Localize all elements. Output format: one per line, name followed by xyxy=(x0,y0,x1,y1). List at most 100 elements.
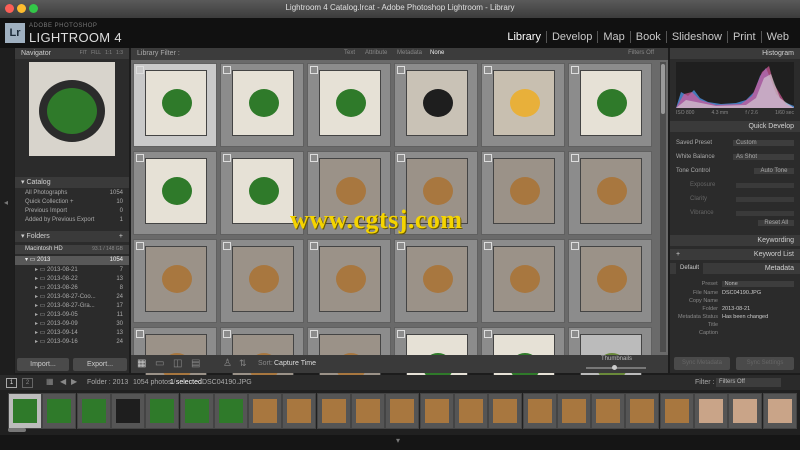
quick-develop-header[interactable]: Quick Develop xyxy=(670,121,800,132)
vibrance-buttons[interactable] xyxy=(736,210,794,216)
slider-knob[interactable] xyxy=(612,365,617,370)
module-slideshow[interactable]: Slideshow xyxy=(667,31,728,43)
metadata-field[interactable]: Folder 2013-08-21 xyxy=(676,305,794,313)
folders-header[interactable]: ▾ Folders + xyxy=(15,231,129,242)
sync-metadata-button[interactable]: Sync Metadata xyxy=(674,357,730,370)
thumbnail-cell[interactable] xyxy=(307,239,391,323)
thumbnail-cell[interactable] xyxy=(133,63,217,147)
filmstrip-thumbnail[interactable] xyxy=(556,393,591,429)
collapse-left-icon[interactable]: ◂ xyxy=(4,198,8,207)
loupe-view-icon[interactable]: ▭ xyxy=(155,358,164,369)
thumbnail-cell[interactable] xyxy=(307,63,391,147)
filmstrip-thumbnail[interactable] xyxy=(213,393,248,429)
flag-icon[interactable] xyxy=(136,330,144,338)
flag-icon[interactable] xyxy=(397,330,405,338)
filmstrip-scrollbar[interactable] xyxy=(8,428,26,432)
flag-icon[interactable] xyxy=(571,330,579,338)
module-map[interactable]: Map xyxy=(598,31,631,43)
filmstrip-thumbnail[interactable] xyxy=(8,393,42,429)
thumbnail-cell[interactable] xyxy=(394,239,478,323)
plus-icon[interactable]: + xyxy=(119,231,123,242)
filmstrip-thumbnail[interactable] xyxy=(179,393,214,429)
source-label[interactable]: Folder : 2013 xyxy=(87,379,128,386)
filter-attribute[interactable]: Attribute xyxy=(365,50,387,56)
sync-settings-button[interactable]: Sync Settings xyxy=(736,357,794,370)
grid-scrollbar[interactable] xyxy=(660,62,666,352)
keyword-list-header[interactable]: + Keyword List xyxy=(670,249,800,260)
painter-icon[interactable]: ♙ xyxy=(223,358,232,369)
sort-value[interactable]: Capture Time xyxy=(274,360,316,367)
saved-preset-select[interactable]: Custom xyxy=(733,140,794,146)
thumbnail-cell[interactable] xyxy=(568,239,652,323)
module-web[interactable]: Web xyxy=(762,31,794,43)
thumbnail-cell[interactable] xyxy=(220,239,304,323)
thumbnail-cell[interactable] xyxy=(481,63,565,147)
filmstrip-thumbnail[interactable] xyxy=(316,393,351,429)
navigator-header[interactable]: Navigator FIT FILL 1:1 1:3 xyxy=(15,48,129,59)
folder-item[interactable]: ▸ ▭ 2013-08-21 7 xyxy=(15,266,129,275)
compare-view-icon[interactable]: ◫ xyxy=(173,358,182,369)
thumbnail-cell[interactable] xyxy=(481,239,565,323)
filmstrip-thumbnail[interactable] xyxy=(453,393,488,429)
metadata-field[interactable]: File Name DSC04190.JPG xyxy=(676,289,794,297)
import-button[interactable]: Import... xyxy=(17,358,69,371)
flag-icon[interactable] xyxy=(223,66,231,74)
thumbnail-cell[interactable] xyxy=(220,63,304,147)
keywording-header[interactable]: Keywording xyxy=(670,235,800,246)
filter-none[interactable]: None xyxy=(430,50,444,56)
filmstrip-thumbnail[interactable] xyxy=(762,393,797,429)
folder-item[interactable]: ▸ ▭ 2013-09-09 30 xyxy=(15,320,129,329)
zoom-1-1[interactable]: 1:1 xyxy=(105,48,112,59)
flag-icon[interactable] xyxy=(310,154,318,162)
zoom-fill[interactable]: FILL xyxy=(91,48,101,59)
filmstrip-thumbnail[interactable] xyxy=(419,393,454,429)
filmstrip-thumbnail[interactable] xyxy=(488,393,523,429)
flag-icon[interactable] xyxy=(484,242,492,250)
flag-icon[interactable] xyxy=(136,154,144,162)
filter-preset[interactable]: Filters Off xyxy=(628,50,654,56)
filmstrip-thumbnail[interactable] xyxy=(42,393,77,429)
module-develop[interactable]: Develop xyxy=(547,31,599,43)
metadata-header[interactable]: Default Metadata xyxy=(670,263,800,274)
filmstrip-thumbnail[interactable] xyxy=(694,393,728,429)
filmstrip-thumbnail[interactable] xyxy=(351,393,385,429)
metadata-field[interactable]: Title xyxy=(676,321,794,329)
navigator-preview[interactable] xyxy=(29,62,115,156)
metadata-preset-select[interactable]: None xyxy=(721,280,794,287)
grid-icon[interactable]: ▦ xyxy=(46,377,54,386)
folder-item[interactable]: ▸ ▭ 2013-08-27-Coo... 24 xyxy=(15,293,129,302)
folder-item[interactable]: ▸ ▭ 2013-08-22 13 xyxy=(15,275,129,284)
filmstrip-thumbnail[interactable] xyxy=(282,393,317,429)
flag-icon[interactable] xyxy=(484,330,492,338)
flag-icon[interactable] xyxy=(484,154,492,162)
exposure-buttons[interactable] xyxy=(736,182,794,188)
flag-icon[interactable] xyxy=(397,242,405,250)
zoom-1-3[interactable]: 1:3 xyxy=(116,48,123,59)
thumbnail-cell[interactable] xyxy=(394,63,478,147)
thumbnail-size-slider[interactable] xyxy=(586,365,646,370)
folder-item[interactable]: ▸ ▭ 2013-08-26 8 xyxy=(15,284,129,293)
catalog-item[interactable]: Previous Import 0 xyxy=(15,207,129,216)
filmstrip-thumbnail[interactable] xyxy=(659,393,694,429)
flag-icon[interactable] xyxy=(571,242,579,250)
folder-item[interactable]: ▸ ▭ 2013-09-05 11 xyxy=(15,311,129,320)
filmstrip-thumbnail[interactable] xyxy=(248,393,283,429)
filter-text[interactable]: Text xyxy=(344,50,355,56)
back-arrow-icon[interactable]: ◀ xyxy=(60,377,66,386)
flag-icon[interactable] xyxy=(223,242,231,250)
main-window-page[interactable]: 1 xyxy=(6,378,17,388)
folder-item[interactable]: ▸ ▭ 2013-09-14 13 xyxy=(15,329,129,338)
metadata-field[interactable]: Metadata Status Has been changed xyxy=(676,313,794,321)
folder-item[interactable]: ▸ ▭ 2013-09-16 24 xyxy=(15,338,129,347)
flag-icon[interactable] xyxy=(484,66,492,74)
survey-view-icon[interactable]: ▤ xyxy=(191,358,200,369)
filmstrip-thumbnail[interactable] xyxy=(385,393,420,429)
metadata-field[interactable]: Copy Name xyxy=(676,297,794,305)
filmstrip-thumbnail[interactable] xyxy=(625,393,660,429)
flag-icon[interactable] xyxy=(310,242,318,250)
forward-arrow-icon[interactable]: ▶ xyxy=(71,377,77,386)
filmstrip-thumbnail[interactable] xyxy=(522,393,557,429)
folder-item[interactable]: ▸ ▭ 2013-08-27-Gra... 17 xyxy=(15,302,129,311)
metadata-mode-select[interactable]: Default xyxy=(676,263,704,274)
flag-icon[interactable] xyxy=(223,330,231,338)
